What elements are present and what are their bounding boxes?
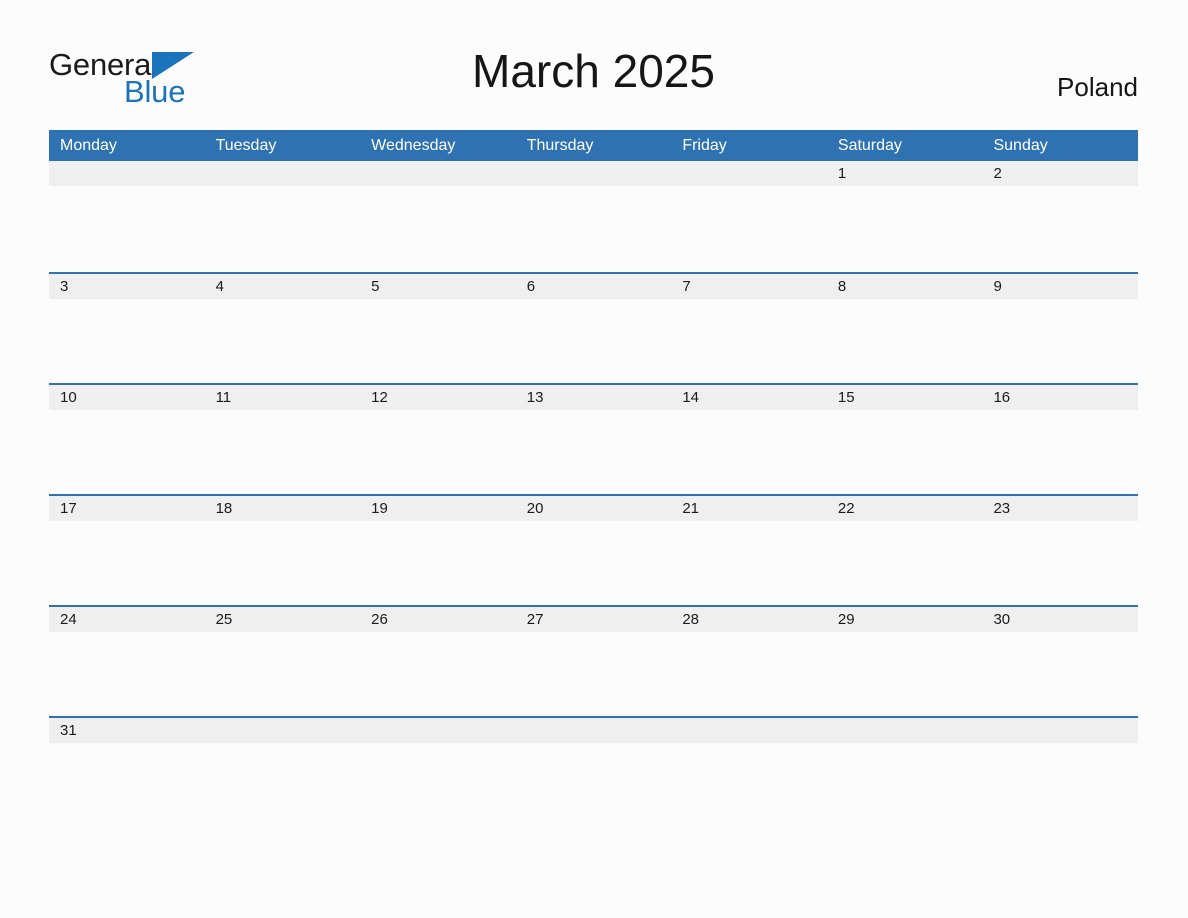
week-date-strip: 3 4 5 6 7 8 9	[49, 274, 1138, 299]
week-row: 3 4 5 6 7 8 9	[49, 272, 1138, 383]
day-cell[interactable]: 15	[827, 385, 983, 410]
day-cell[interactable]: 16	[982, 385, 1138, 410]
day-cell[interactable]: 2	[982, 161, 1138, 186]
day-cell[interactable]: 8	[827, 274, 983, 299]
day-cell[interactable]: 9	[982, 274, 1138, 299]
day-cell[interactable]: 31	[49, 718, 205, 743]
page-title: March 2025	[472, 45, 715, 97]
weekday-header-tuesday: Tuesday	[215, 137, 277, 154]
page-header: General Blue March 2025 Poland	[49, 40, 1138, 120]
week-date-strip: 10 11 12 13 14 15 16	[49, 385, 1138, 410]
day-cell[interactable]	[49, 161, 205, 186]
day-cell[interactable]: 5	[360, 274, 516, 299]
day-cell[interactable]: 10	[49, 385, 205, 410]
day-cell[interactable]: 29	[827, 607, 983, 632]
day-cell[interactable]: 4	[205, 274, 361, 299]
day-cell[interactable]: 27	[516, 607, 672, 632]
day-cell[interactable]	[671, 718, 827, 743]
day-cell[interactable]: 20	[516, 496, 672, 521]
week-notes-area[interactable]	[49, 299, 1138, 383]
week-date-strip: 31	[49, 718, 1138, 743]
week-notes-area[interactable]	[49, 632, 1138, 716]
day-cell[interactable]: 30	[982, 607, 1138, 632]
day-cell[interactable]: 3	[49, 274, 205, 299]
day-cell[interactable]	[205, 718, 361, 743]
week-date-strip: 17 18 19 20 21 22 23	[49, 496, 1138, 521]
day-cell[interactable]: 6	[516, 274, 672, 299]
day-cell[interactable]: 1	[827, 161, 983, 186]
day-cell[interactable]	[671, 161, 827, 186]
week-row: 31	[49, 716, 1138, 827]
day-cell[interactable]	[205, 161, 361, 186]
weekday-header-row: Monday Tuesday Wednesday Thursday Friday…	[49, 130, 1138, 161]
day-cell[interactable]: 28	[671, 607, 827, 632]
day-cell[interactable]: 23	[982, 496, 1138, 521]
day-cell[interactable]: 13	[516, 385, 672, 410]
day-cell[interactable]: 25	[205, 607, 361, 632]
week-notes-area[interactable]	[49, 521, 1138, 605]
week-notes-area[interactable]	[49, 186, 1138, 272]
day-cell[interactable]: 24	[49, 607, 205, 632]
weekday-header-friday: Friday	[682, 137, 727, 154]
day-cell[interactable]: 14	[671, 385, 827, 410]
day-cell[interactable]	[516, 161, 672, 186]
week-row: 17 18 19 20 21 22 23	[49, 494, 1138, 605]
week-date-strip: 1 2	[49, 161, 1138, 186]
day-cell[interactable]	[982, 718, 1138, 743]
day-cell[interactable]: 7	[671, 274, 827, 299]
weekday-header-saturday: Saturday	[837, 137, 902, 154]
day-cell[interactable]: 12	[360, 385, 516, 410]
weekday-header-monday: Monday	[60, 137, 117, 154]
calendar-grid: Monday Tuesday Wednesday Thursday Friday…	[49, 130, 1138, 827]
day-cell[interactable]	[360, 718, 516, 743]
day-cell[interactable]	[827, 718, 983, 743]
day-cell[interactable]	[516, 718, 672, 743]
day-cell[interactable]: 18	[205, 496, 361, 521]
day-cell[interactable]	[360, 161, 516, 186]
day-cell[interactable]: 21	[671, 496, 827, 521]
week-date-strip: 24 25 26 27 28 29 30	[49, 607, 1138, 632]
week-row: 10 11 12 13 14 15 16	[49, 383, 1138, 494]
day-cell[interactable]: 17	[49, 496, 205, 521]
day-cell[interactable]: 26	[360, 607, 516, 632]
weekday-header-wednesday: Wednesday	[371, 137, 456, 154]
day-cell[interactable]: 22	[827, 496, 983, 521]
day-cell[interactable]: 11	[205, 385, 361, 410]
calendar-page: General Blue March 2025 Poland Monday Tu…	[0, 0, 1188, 918]
week-notes-area[interactable]	[49, 743, 1138, 827]
weekday-header-sunday: Sunday	[993, 137, 1048, 154]
week-notes-area[interactable]	[49, 410, 1138, 494]
week-row: 24 25 26 27 28 29 30	[49, 605, 1138, 716]
weekday-header-thursday: Thursday	[526, 137, 594, 154]
week-row: 1 2	[49, 161, 1138, 272]
day-cell[interactable]: 19	[360, 496, 516, 521]
country-label: Poland	[1057, 72, 1138, 102]
